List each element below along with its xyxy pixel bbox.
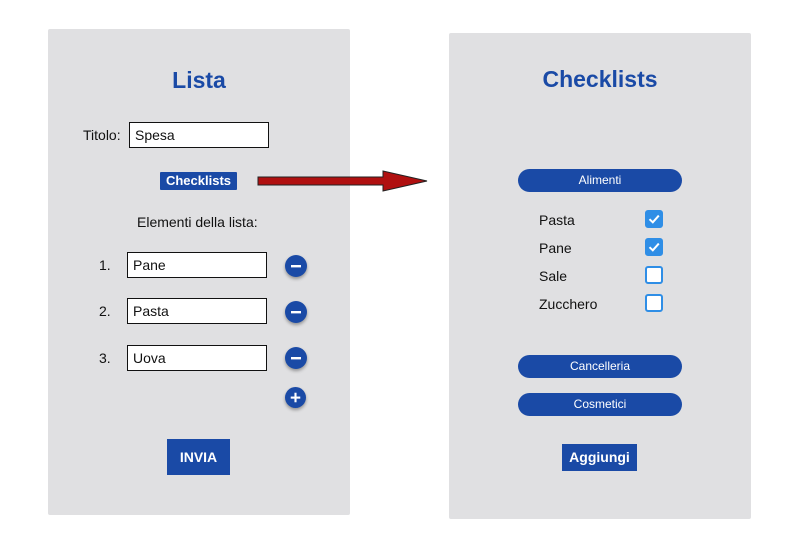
checkbox[interactable]: [645, 294, 663, 312]
checklist-item-label: Zucchero: [539, 296, 598, 312]
item-number: 3.: [99, 350, 111, 366]
checklist-item-label: Pasta: [539, 212, 575, 228]
checklists-panel: Checklists Alimenti Pasta Pane Sale Zucc…: [449, 33, 751, 519]
item-input[interactable]: [127, 345, 267, 371]
checkbox[interactable]: [645, 266, 663, 284]
category-cosmetici-button[interactable]: Cosmetici: [518, 393, 682, 416]
item-input[interactable]: [127, 298, 267, 324]
titolo-label: Titolo:: [83, 127, 121, 143]
add-item-button[interactable]: [285, 387, 306, 408]
checkmark-icon: [648, 242, 660, 252]
item-input[interactable]: [127, 252, 267, 278]
aggiungi-button[interactable]: Aggiungi: [562, 444, 637, 471]
minus-icon: [291, 265, 301, 268]
checklist-item-label: Pane: [539, 240, 572, 256]
elements-label: Elementi della lista:: [137, 214, 258, 230]
checklists-button[interactable]: Checklists: [160, 172, 237, 190]
remove-item-button[interactable]: [285, 347, 307, 369]
item-number: 2.: [99, 303, 111, 319]
minus-icon: [291, 311, 301, 314]
invia-button[interactable]: INVIA: [167, 439, 230, 475]
checkbox[interactable]: [645, 238, 663, 256]
lista-title: Lista: [172, 67, 226, 93]
remove-item-button[interactable]: [285, 301, 307, 323]
remove-item-button[interactable]: [285, 255, 307, 277]
arrow-icon: [257, 170, 428, 192]
titolo-input[interactable]: [129, 122, 269, 148]
lista-panel: Lista Titolo: Checklists Elementi della …: [48, 29, 350, 515]
minus-icon: [291, 357, 301, 360]
checklist-item-label: Sale: [539, 268, 568, 284]
checklists-title: Checklists: [542, 66, 658, 92]
plus-icon: [290, 392, 301, 403]
checkmark-icon: [648, 214, 660, 224]
category-cancelleria-button[interactable]: Cancelleria: [518, 355, 682, 378]
item-number: 1.: [99, 257, 111, 273]
category-alimenti-button[interactable]: Alimenti: [518, 169, 682, 192]
checkbox[interactable]: [645, 210, 663, 228]
